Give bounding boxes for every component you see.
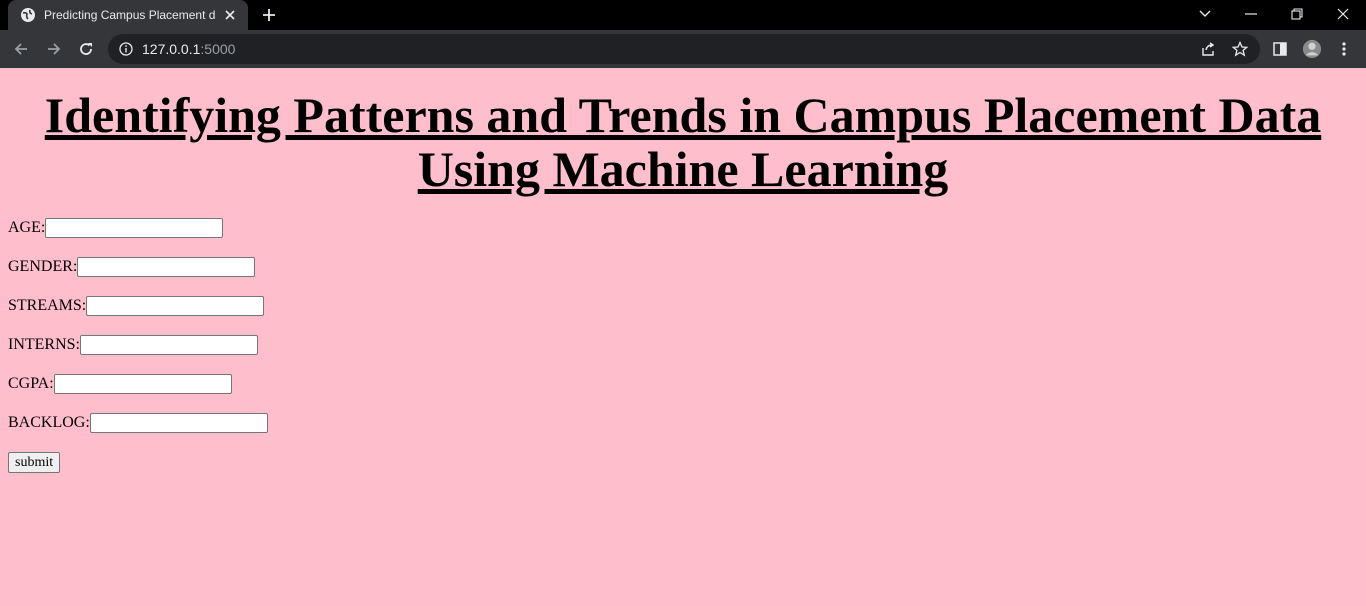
profile-avatar[interactable] (1302, 39, 1322, 59)
page-title-line1: Identifying Patterns and Trends in Campu… (44, 87, 1322, 143)
close-window-icon[interactable] (1320, 0, 1366, 28)
globe-icon (20, 7, 36, 23)
submit-button[interactable]: submit (8, 452, 61, 473)
age-label: AGE: (8, 219, 46, 236)
age-field: AGE: (8, 217, 224, 239)
interns-input[interactable] (80, 335, 258, 355)
backlog-input[interactable] (89, 413, 268, 433)
page-title: Identifying Patterns and Trends in Campu… (0, 88, 1366, 196)
backlog-label: BACKLOG: (8, 414, 90, 431)
back-icon[interactable] (11, 39, 31, 59)
gender-input[interactable] (77, 257, 256, 277)
backlog-field: BACKLOG: (8, 412, 268, 434)
tab-strip: Predicting Campus Placement da (0, 0, 1366, 30)
address-bar[interactable] (108, 34, 1260, 64)
tab-title: Predicting Campus Placement da (44, 8, 216, 22)
gender-field: GENDER: (8, 256, 256, 278)
page-title-line2: Using Machine Learning (417, 141, 949, 197)
streams-input[interactable] (86, 296, 265, 316)
streams-field: STREAMS: (8, 295, 265, 317)
page-content: Identifying Patterns and Trends in Campu… (0, 68, 1366, 606)
tab-search-icon[interactable] (1182, 0, 1228, 28)
cgpa-input[interactable] (53, 374, 232, 394)
interns-field: INTERNS: (8, 334, 258, 356)
interns-label: INTERNS: (8, 336, 80, 353)
restore-icon[interactable] (1274, 0, 1320, 28)
url-text[interactable]: 127.0.0.1:5000 (142, 41, 235, 57)
reload-icon[interactable] (76, 39, 96, 59)
minimize-icon[interactable] (1228, 0, 1274, 28)
url-port: :5000 (200, 41, 236, 57)
cgpa-field: CGPA: (8, 373, 232, 395)
menu-icon[interactable] (1334, 39, 1354, 59)
share-icon[interactable] (1198, 39, 1218, 59)
cgpa-label: CGPA: (8, 375, 54, 392)
browser-tab[interactable]: Predicting Campus Placement da (8, 0, 248, 30)
url-host: 127.0.0.1 (142, 41, 201, 57)
new-tab-icon[interactable] (259, 5, 279, 25)
streams-label: STREAMS: (8, 297, 87, 314)
forward-icon[interactable] (44, 39, 64, 59)
side-panel-icon[interactable] (1270, 39, 1290, 59)
bookmark-star-icon[interactable] (1230, 39, 1250, 59)
site-info-icon[interactable] (118, 41, 134, 57)
age-input[interactable] (45, 218, 224, 238)
gender-label: GENDER: (8, 258, 78, 275)
close-tab-icon[interactable] (222, 7, 238, 23)
